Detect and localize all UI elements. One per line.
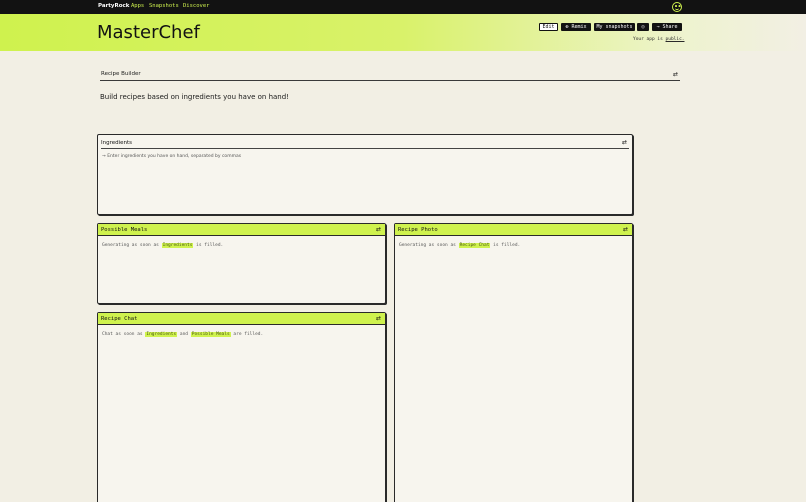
user-avatar-icon[interactable]	[672, 2, 682, 12]
possible-meals-header: Possible Meals ⇄	[98, 224, 385, 236]
status-text: Generating as soon as	[399, 243, 456, 248]
status-text: and	[179, 332, 189, 337]
ref-ingredients: Ingredients	[145, 332, 178, 337]
ref-possible-meals: Possible Meals	[190, 332, 231, 337]
possible-meals-title: Possible Meals	[101, 227, 148, 233]
recipe-chat-header: Recipe Chat ⇄	[98, 313, 385, 325]
visibility-status: Your app is public.	[633, 37, 685, 42]
recipe-photo-widget: Recipe Photo ⇄ Generating as soon as Rec…	[394, 223, 633, 502]
app-description: Build recipes based on ingredients you h…	[100, 93, 289, 101]
ingredients-header: Ingredients ⇄	[101, 137, 629, 149]
visibility-prefix: Your app is	[633, 37, 663, 42]
recipe-builder-label: Recipe Builder	[101, 71, 141, 77]
nav-link-discover[interactable]: Discover	[183, 3, 210, 9]
ingredients-widget: Ingredients ⇄ → Enter ingredients you ha…	[97, 134, 633, 215]
ingredients-placeholder: Enter ingredients you have on hand, sepa…	[107, 154, 242, 159]
my-snapshots-button[interactable]: My snapshots	[594, 23, 635, 31]
swap-icon[interactable]: ⇄	[376, 316, 381, 322]
recipe-chat-status: Chat as soon as Ingredients and Possible…	[102, 332, 263, 337]
ref-recipe-chat: Recipe Chat	[458, 243, 491, 248]
recipe-photo-status: Generating as soon as Recipe Chat is fil…	[399, 243, 520, 248]
swap-icon[interactable]: ⇄	[622, 140, 627, 146]
status-text: is filled.	[493, 243, 521, 248]
status-text: is filled.	[196, 243, 224, 248]
status-text: Chat as soon as	[102, 332, 143, 337]
top-nav: PartyRock Apps Snapshots Discover	[0, 0, 806, 14]
brand-logo[interactable]: PartyRock	[98, 3, 129, 9]
app-title: MasterChef	[97, 22, 200, 43]
ref-ingredients: Ingredients	[161, 243, 194, 248]
swap-icon[interactable]: ⇄	[673, 72, 678, 78]
nav-link-snapshots[interactable]: Snapshots	[149, 3, 179, 9]
remix-button[interactable]: ⊕ Remix	[561, 23, 591, 31]
ingredients-title: Ingredients	[101, 140, 133, 146]
ingredients-input[interactable]: → Enter ingredients you have on hand, se…	[102, 154, 241, 159]
swap-icon[interactable]: ⇄	[376, 227, 381, 233]
swap-icon[interactable]: ⇄	[623, 227, 628, 233]
share-button[interactable]: → Share	[652, 23, 682, 31]
status-text: Generating as soon as	[102, 243, 159, 248]
status-text: are filled.	[233, 332, 264, 337]
possible-meals-widget: Possible Meals ⇄ Generating as soon as I…	[97, 223, 386, 304]
possible-meals-status: Generating as soon as Ingredients is fil…	[102, 243, 223, 248]
recipe-builder-bar: Recipe Builder ⇄	[100, 70, 680, 81]
recipe-chat-widget: Recipe Chat ⇄ Chat as soon as Ingredient…	[97, 312, 386, 502]
snapshot-settings-button[interactable]: ◎	[637, 23, 649, 31]
recipe-photo-header: Recipe Photo ⇄	[395, 224, 632, 236]
edit-button[interactable]: Edit	[539, 23, 558, 31]
public-link[interactable]: public.	[666, 37, 685, 42]
recipe-chat-title: Recipe Chat	[101, 316, 138, 322]
recipe-photo-title: Recipe Photo	[398, 227, 438, 233]
arrow-icon: →	[102, 154, 106, 159]
nav-link-apps[interactable]: Apps	[131, 3, 144, 9]
